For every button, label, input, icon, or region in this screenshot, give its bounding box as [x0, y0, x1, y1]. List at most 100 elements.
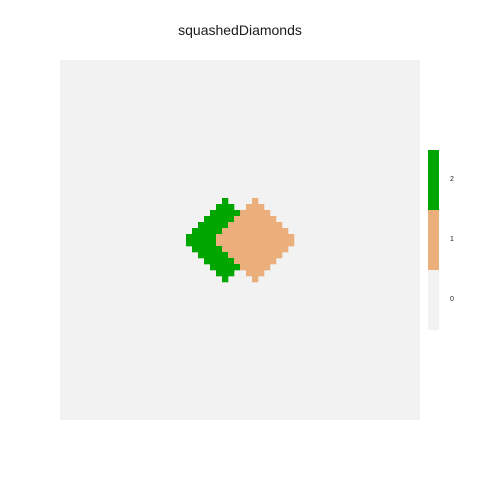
heatmap-cell — [222, 264, 229, 271]
heatmap-cell — [264, 222, 271, 229]
heatmap-cell — [246, 204, 253, 211]
heatmap-cell — [264, 234, 271, 241]
heatmap-cell — [210, 234, 217, 241]
heatmap-cell — [216, 258, 223, 265]
heatmap-cell — [192, 234, 199, 241]
heatmap-cell — [210, 246, 217, 253]
heatmap-cell — [264, 252, 271, 259]
legend-label-1: 1 — [450, 236, 454, 243]
heatmap-cell — [276, 240, 283, 247]
heatmap-cell — [258, 216, 265, 223]
heatmap-cell — [222, 210, 229, 217]
heatmap-cell — [210, 222, 217, 229]
heatmap-cell — [228, 246, 235, 253]
heatmap-cell — [270, 252, 277, 259]
heatmap-cell — [216, 252, 223, 259]
heatmap-plot — [60, 60, 420, 420]
heatmap-cell — [240, 246, 247, 253]
heatmap-cell — [204, 222, 211, 229]
heatmap-cell — [234, 258, 241, 265]
heatmap-cell — [276, 228, 283, 235]
heatmap-cell — [234, 246, 241, 253]
heatmap-cell — [204, 252, 211, 259]
heatmap-cell — [240, 222, 247, 229]
legend-label-0: 0 — [450, 296, 454, 303]
heatmap-cell — [216, 270, 223, 277]
heatmap-cell — [252, 264, 259, 271]
heatmap-cell — [240, 234, 247, 241]
heatmap-cell — [222, 252, 229, 259]
heatmap-cell — [192, 246, 199, 253]
heatmap-cell — [246, 234, 253, 241]
heatmap-cell — [270, 258, 277, 265]
heatmap-cell — [270, 234, 277, 241]
heatmap-cell — [252, 216, 259, 223]
heatmap-cell — [240, 210, 247, 217]
heatmap-cell — [228, 240, 235, 247]
heatmap-cell — [222, 246, 229, 253]
heatmap-cell — [228, 264, 235, 271]
heatmap-cell — [246, 222, 253, 229]
heatmap-cell — [276, 252, 283, 259]
heatmap-cell — [258, 246, 265, 253]
legend-swatch-0 — [428, 270, 439, 330]
heatmap-cell — [216, 234, 223, 241]
heatmap-cell — [246, 228, 253, 235]
heatmap-cell — [186, 234, 193, 241]
heatmap-cell — [276, 234, 283, 241]
heatmap-cell — [210, 228, 217, 235]
heatmap-cell — [258, 222, 265, 229]
heatmap-cell — [252, 228, 259, 235]
heatmap-cell — [270, 216, 277, 223]
heatmap-cell — [258, 270, 265, 277]
heatmap-cell — [228, 216, 235, 223]
heatmap-cell — [246, 240, 253, 247]
heatmap-cell — [216, 264, 223, 271]
heatmap-cell — [216, 204, 223, 211]
heatmap-cell — [240, 258, 247, 265]
heatmap-cell — [222, 270, 229, 277]
heatmap-cell — [222, 276, 229, 283]
heatmap-cell — [204, 228, 211, 235]
heatmap-cell — [252, 210, 259, 217]
heatmap-cell — [258, 240, 265, 247]
heatmap-cell — [264, 258, 271, 265]
heatmap-cell — [252, 252, 259, 259]
heatmap-cell — [264, 264, 271, 271]
heatmap-cell — [252, 204, 259, 211]
heatmap-cell — [264, 210, 271, 217]
heatmap-cell — [222, 216, 229, 223]
heatmap-cell — [234, 210, 241, 217]
heatmap-cell — [288, 240, 295, 247]
heatmap-cell — [228, 204, 235, 211]
heatmap-cell — [228, 222, 235, 229]
heatmap-cell — [204, 234, 211, 241]
heatmap-cell — [258, 228, 265, 235]
heatmap-cell — [198, 252, 205, 259]
heatmap-cell — [258, 210, 265, 217]
heatmap-cell — [258, 264, 265, 271]
heatmap-cell — [210, 240, 217, 247]
heatmap-cell — [198, 246, 205, 253]
heatmap-cell — [222, 228, 229, 235]
heatmap-cell — [270, 222, 277, 229]
heatmap-cell — [234, 222, 241, 229]
heatmap-cell — [246, 270, 253, 277]
heatmap-cell — [186, 240, 193, 247]
heatmap-cell — [264, 240, 271, 247]
heatmap-cell — [192, 228, 199, 235]
heatmap-cell — [258, 204, 265, 211]
heatmap-cell — [210, 258, 217, 265]
heatmap-cell — [204, 216, 211, 223]
legend-label-2: 2 — [450, 176, 454, 183]
heatmap-cell — [204, 240, 211, 247]
heatmap-cell — [216, 222, 223, 229]
heatmap-cell — [252, 234, 259, 241]
heatmap-cell — [198, 222, 205, 229]
heatmap-cell — [222, 204, 229, 211]
heatmap-cell — [234, 240, 241, 247]
heatmap-cell — [222, 234, 229, 241]
heatmap-cell — [234, 216, 241, 223]
heatmap-cell — [276, 246, 283, 253]
legend-swatch-1 — [428, 210, 439, 270]
